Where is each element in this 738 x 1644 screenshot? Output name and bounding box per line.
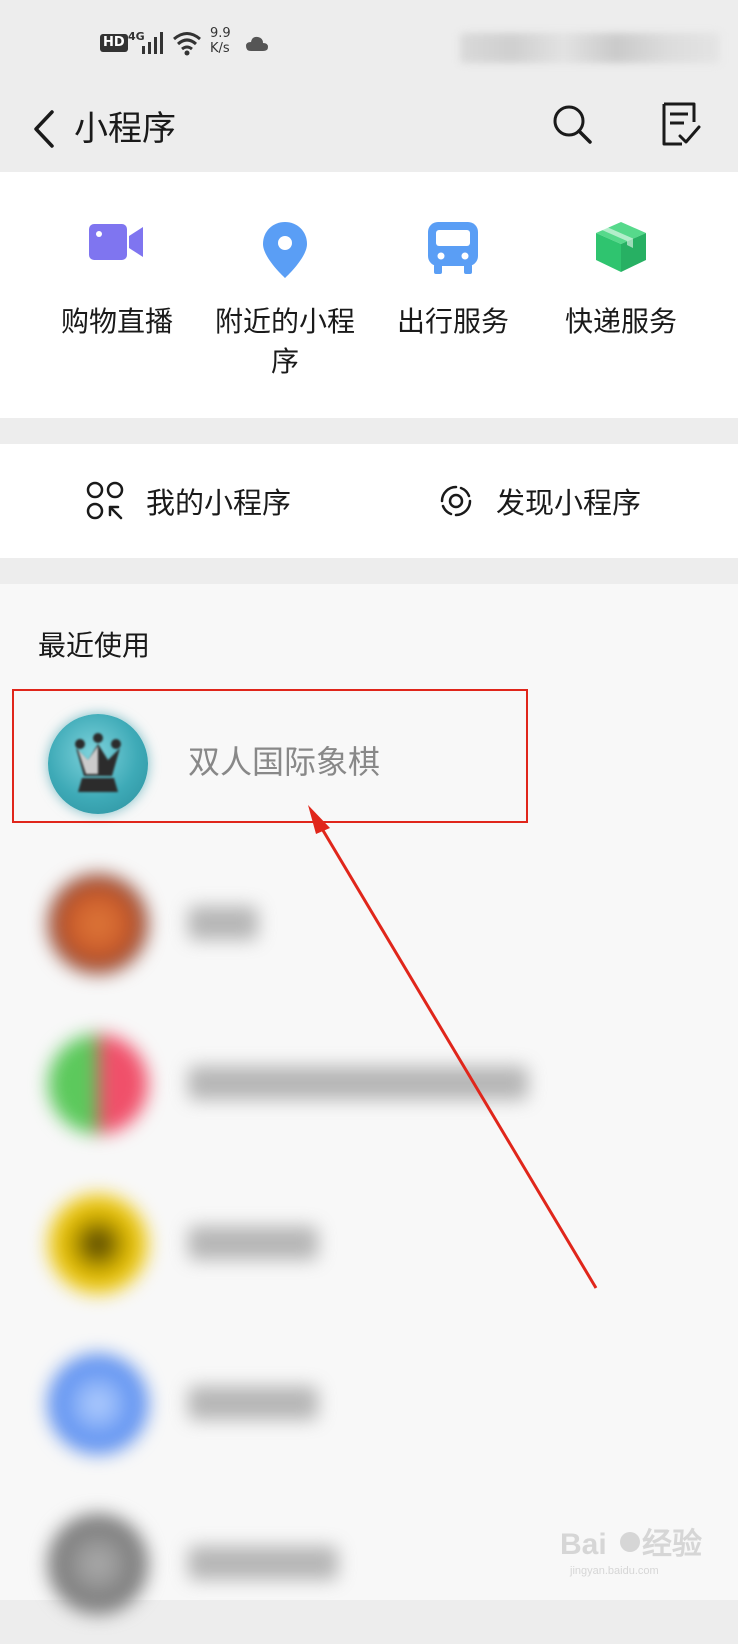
app-avatar <box>48 1034 148 1134</box>
hd-badge: HD <box>100 34 128 52</box>
svg-text:jingyan.baidu.com: jingyan.baidu.com <box>569 1565 659 1577</box>
category-section: 购物直播 附近的小程序 出行服务 快递服务 <box>0 172 738 418</box>
search-icon[interactable] <box>550 102 594 146</box>
status-bar: HD 4G 9.9 K/s <box>0 0 738 90</box>
list-item-blurred[interactable] <box>0 844 738 1004</box>
category-shopping-live[interactable]: 购物直播 <box>32 222 202 342</box>
category-label: 购物直播 <box>60 305 173 338</box>
cloud-icon <box>246 36 268 51</box>
discover-mini-programs-button[interactable]: 发现小程序 <box>436 444 641 558</box>
mini-program-shortcuts: 我的小程序 发现小程序 <box>0 444 738 558</box>
svg-text:经验: 经验 <box>642 1527 702 1561</box>
category-travel[interactable]: 出行服务 <box>368 222 538 342</box>
video-camera-icon <box>89 224 143 260</box>
category-label: 出行服务 <box>396 305 509 338</box>
chevron-left-icon[interactable] <box>28 104 68 154</box>
wifi-icon <box>173 32 201 56</box>
location-pin-icon <box>263 222 307 278</box>
blurred-name <box>188 906 258 940</box>
blurred-name <box>188 1546 338 1580</box>
bus-icon <box>428 222 478 274</box>
package-icon <box>596 222 646 272</box>
category-label: 快递服务 <box>564 305 677 338</box>
category-express[interactable]: 快递服务 <box>536 222 706 342</box>
list-item-blurred[interactable] <box>0 1004 738 1164</box>
page-title: 小程序 <box>74 109 176 149</box>
highlight-box <box>12 689 528 823</box>
app-avatar <box>48 1354 148 1454</box>
discover-mini-programs-label: 发现小程序 <box>496 486 642 520</box>
baidu-watermark: Bai 经验 jingyan.baidu.com <box>560 1527 702 1577</box>
speed-unit: K/s <box>210 41 230 56</box>
grid-circles-icon <box>86 481 124 520</box>
blurred-name <box>188 1386 318 1420</box>
signal-icon <box>142 32 163 54</box>
network-speed: 9.9 K/s <box>210 26 231 56</box>
blurred-name <box>188 1226 318 1260</box>
list-item-blurred[interactable] <box>0 1324 738 1484</box>
app-avatar <box>48 1514 148 1614</box>
list-item-blurred[interactable] <box>0 1164 738 1324</box>
checklist-icon[interactable] <box>658 100 702 148</box>
category-nearby[interactable]: 附近的小程序 <box>200 222 370 382</box>
recent-title: 最近使用 <box>38 629 151 662</box>
svg-text:Bai: Bai <box>560 1528 607 1561</box>
category-label: 附近的小程序 <box>214 305 355 378</box>
discover-icon <box>440 485 472 517</box>
app-avatar <box>48 874 148 974</box>
my-mini-programs-label: 我的小程序 <box>146 486 292 520</box>
app-avatar <box>48 1194 148 1294</box>
speed-value: 9.9 <box>210 26 231 41</box>
status-bar-blurred-area <box>460 33 720 63</box>
my-mini-programs-button[interactable]: 我的小程序 <box>86 444 291 558</box>
blurred-name <box>188 1066 528 1100</box>
nav-bar: 小程序 <box>0 90 738 170</box>
